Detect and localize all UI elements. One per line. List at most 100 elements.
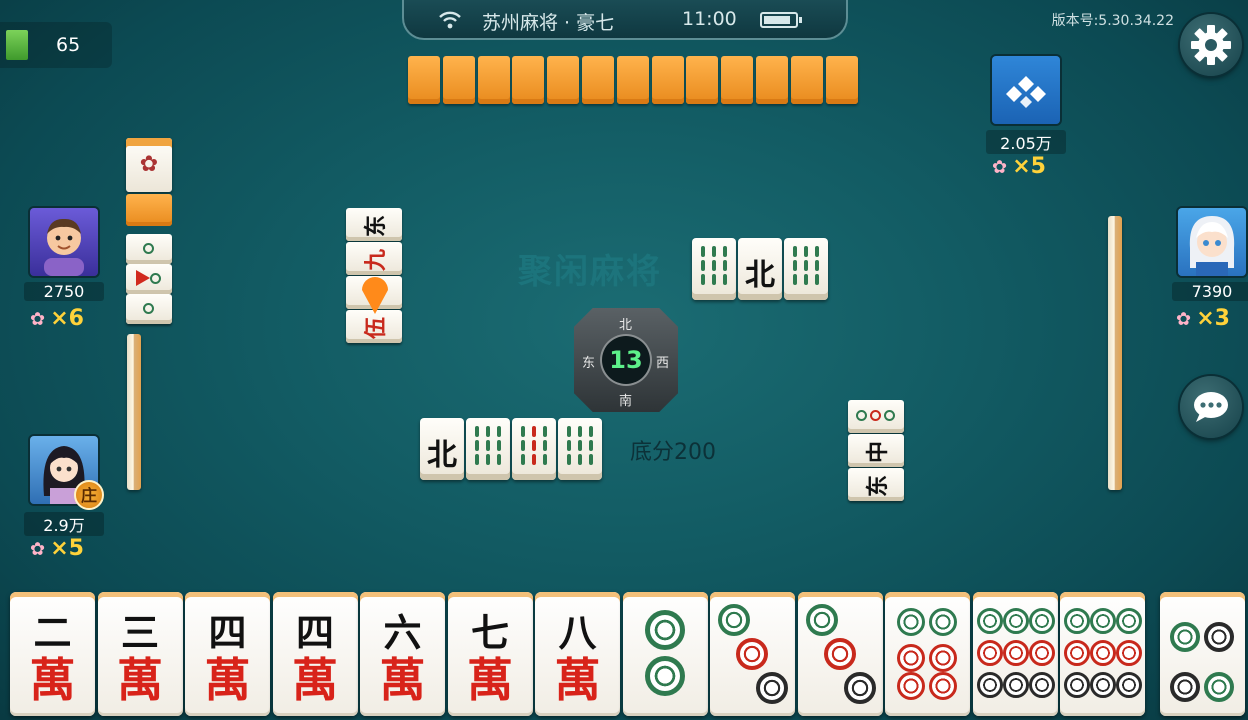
hand-tile[interactable]: 二萬	[10, 592, 95, 716]
circle-dot	[897, 644, 925, 672]
bamboo-stick	[567, 440, 571, 451]
self-player-score: 2.9万	[24, 512, 104, 536]
circle-dot	[1170, 622, 1200, 652]
bamboo-stick	[815, 246, 819, 257]
discard-tile: 北	[738, 238, 782, 300]
drawn-tile[interactable]	[1160, 592, 1245, 716]
tile-suit: 萬	[554, 653, 601, 707]
hand-tile[interactable]: 七萬	[447, 592, 533, 716]
tile-counter: 65	[0, 22, 112, 68]
hand-tile[interactable]: 四萬	[272, 592, 358, 716]
settings-button[interactable]	[1180, 14, 1242, 76]
circle-dot	[856, 410, 867, 421]
circle-dot	[1090, 640, 1116, 666]
circle-dot	[1170, 672, 1200, 702]
avatar[interactable]	[30, 208, 98, 276]
turn-countdown: 13	[609, 346, 643, 374]
chat-button[interactable]	[1180, 376, 1242, 438]
tile-stack-icon	[6, 30, 28, 60]
left-flower-tile: ✿	[126, 138, 172, 192]
bamboo-stick	[723, 260, 727, 271]
remaining-tiles: 65	[56, 34, 81, 56]
game-title: 苏州麻将 · 豪七	[482, 12, 615, 34]
self-player-flowers: ✿ ×5	[30, 536, 84, 561]
circle-dot	[1028, 640, 1055, 666]
tile-glyph: 中	[865, 441, 891, 464]
bamboo-stick	[532, 454, 536, 465]
hand-tile[interactable]: 八萬	[535, 592, 620, 716]
flower-icon: ✿	[30, 539, 46, 560]
right-wall	[1108, 216, 1122, 490]
bamboo-stick	[567, 454, 571, 465]
chat-bubble-icon	[1194, 392, 1228, 422]
bamboo-stick	[578, 440, 582, 451]
circle-dot	[1064, 640, 1090, 666]
circle-dot	[1002, 608, 1029, 634]
hand-tile[interactable]	[1060, 592, 1145, 716]
hand-tile[interactable]: 四萬	[185, 592, 270, 716]
tile-glyph: 伍	[363, 317, 389, 340]
bamboo-stick	[793, 274, 797, 285]
circle-dot	[1204, 622, 1234, 652]
status-bar: 苏州麻将 · 豪七 11:00	[402, 0, 848, 40]
bamboo-stick	[567, 426, 571, 437]
diamond-logo-icon	[1006, 76, 1046, 108]
discard-tile	[558, 418, 602, 480]
hand-tile[interactable]	[885, 592, 970, 716]
bamboo-stick	[804, 274, 808, 285]
circle-dot	[843, 672, 876, 704]
discard-tile: 东	[848, 468, 904, 501]
tile-glyph: 九	[363, 249, 389, 272]
bamboo-stick	[793, 260, 797, 271]
bamboo-stick	[578, 454, 582, 465]
circle-dot	[929, 672, 957, 700]
circle-dot	[929, 644, 957, 672]
hand-tile[interactable]: 六萬	[360, 592, 445, 716]
discard-tile: 北	[420, 418, 464, 480]
meld-tile	[126, 264, 172, 294]
bamboo-stick	[475, 454, 479, 465]
turn-compass: 北 东 西 南 13	[574, 308, 678, 412]
tile-suit: 萬	[29, 653, 76, 707]
hand-tile[interactable]	[972, 592, 1058, 716]
bamboo-stick	[804, 260, 808, 271]
hand-tile[interactable]	[710, 592, 795, 716]
opponent-tile-back	[582, 56, 614, 104]
bamboo-stick	[497, 426, 501, 437]
hand-tile[interactable]	[797, 592, 883, 716]
avatar[interactable]	[1178, 208, 1246, 276]
avatar[interactable]	[992, 56, 1060, 124]
bamboo-stick	[521, 440, 525, 451]
flower-count: ×5	[50, 536, 84, 561]
circle-dot	[1116, 608, 1142, 634]
circle-dot	[1116, 640, 1142, 666]
bamboo-stick	[532, 426, 536, 437]
opponent-tile-back	[512, 56, 545, 104]
circle-dot	[1090, 608, 1116, 634]
hand-tile[interactable]	[622, 592, 708, 716]
discard-tile	[466, 418, 510, 480]
flower-icon: ✿	[992, 157, 1008, 178]
circle-dot	[644, 610, 685, 650]
boy-avatar-icon	[44, 218, 84, 276]
hand-tile[interactable]: 三萬	[97, 592, 183, 716]
compass-north: 北	[619, 318, 633, 333]
opponent-tile-back	[790, 56, 823, 104]
opponent-tile-back	[408, 56, 440, 104]
left-wall	[127, 334, 141, 490]
bamboo-stick	[701, 260, 705, 271]
flower-icon: ✿	[139, 152, 159, 177]
circle-dot	[1028, 608, 1055, 634]
tile-suit: 萬	[292, 653, 338, 707]
circle-dot	[929, 608, 957, 636]
flower-icon: ✿	[1176, 309, 1192, 330]
discard-tile	[692, 238, 736, 300]
opponent-tile-back	[825, 56, 858, 104]
circle-dot	[644, 656, 685, 696]
flower-icon: ✿	[30, 309, 46, 330]
compass-south: 南	[619, 394, 633, 409]
bamboo-stick	[521, 426, 525, 437]
discard-tile	[512, 418, 556, 480]
bamboo-stick	[701, 246, 705, 257]
game-table: 聚闲麻将 苏州麻将 · 豪七 11:00 65 版本号:5.30.34.22 2…	[0, 0, 1248, 720]
